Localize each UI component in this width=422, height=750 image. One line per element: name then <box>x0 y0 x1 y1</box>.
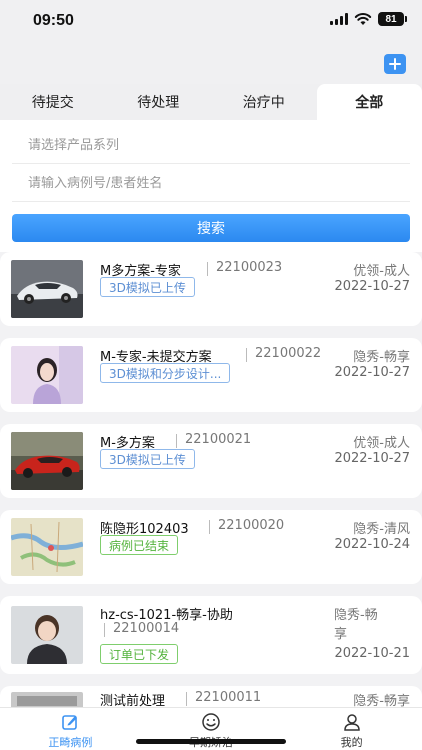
car-red-image <box>11 432 83 490</box>
product-series-input[interactable] <box>28 138 410 153</box>
case-card[interactable]: M-专家-未提交方案 22100022 隐秀-畅享 3D模拟和分步设计... 2… <box>0 338 422 412</box>
status-badge: 病例已结束 <box>100 535 179 555</box>
case-number: 22100022 <box>255 346 322 361</box>
product-series: 隐秀-畅享 <box>353 350 410 365</box>
case-card[interactable]: M-多方案 22100021 优领-成人 3D模拟已上传 2022-10-27 <box>0 424 422 498</box>
case-number: 22100021 <box>185 432 252 447</box>
case-number: 22100023 <box>216 260 283 275</box>
search-button[interactable]: 搜索 <box>12 214 410 242</box>
signal-icon <box>330 13 348 25</box>
product-series: 隐秀-畅 享 <box>334 604 404 642</box>
child-portrait-image <box>11 606 83 664</box>
status-badge: 3D模拟已上传 <box>100 449 195 469</box>
case-date: 2022-10-27 <box>334 451 410 466</box>
separator <box>246 348 247 362</box>
separator <box>104 623 105 637</box>
edit-icon <box>62 715 78 730</box>
case-date: 2022-10-27 <box>334 365 410 380</box>
product-series: 优领-成人 <box>353 264 410 279</box>
case-card[interactable]: 陈隐形102403 22100020 隐秀-清风 病例已结束 2022-10-2… <box>0 510 422 584</box>
case-date: 2022-10-27 <box>334 279 410 294</box>
case-number: 22100014 <box>113 621 180 636</box>
separator <box>209 520 210 534</box>
map-image <box>11 518 83 576</box>
tab-pending-process[interactable]: 待处理 <box>106 84 212 120</box>
case-date: 2022-10-21 <box>334 646 410 661</box>
status-badge: 订单已下发 <box>100 644 179 664</box>
case-name: 测试前处理 <box>100 694 166 707</box>
case-date: 2022-10-24 <box>334 537 410 552</box>
add-case-button[interactable] <box>384 54 406 74</box>
status-tabs: 待提交 待处理 治疗中 全部 <box>0 84 422 120</box>
product-series: 隐秀-清风 <box>353 522 410 537</box>
product-series: 隐秀-畅享 <box>353 694 410 707</box>
product-series-line2: 享 <box>334 627 348 642</box>
tabbar-mine[interactable]: 我的 <box>281 708 422 750</box>
product-series-line1: 隐秀-畅 <box>334 608 378 623</box>
battery-indicator: 81 <box>378 12 407 26</box>
tab-pending-submit[interactable]: 待提交 <box>0 84 106 120</box>
case-card[interactable]: M多方案-专家 22100023 优领-成人 3D模拟已上传 2022-10-2… <box>0 252 422 326</box>
wifi-icon <box>354 13 372 25</box>
product-series: 优领-成人 <box>353 436 410 451</box>
blurred-image <box>11 692 83 707</box>
home-indicator <box>136 739 286 744</box>
separator <box>207 262 208 276</box>
smile-icon <box>202 713 220 731</box>
product-series-select[interactable] <box>12 128 410 164</box>
nav-bar <box>0 44 422 84</box>
status-badge: 3D模拟和分步设计... <box>100 363 231 383</box>
case-card[interactable]: 测试前处理 22100011 隐秀-畅享 <box>0 686 422 707</box>
status-bar: 09:50 81 <box>0 0 422 44</box>
tab-all[interactable]: 全部 <box>316 84 422 120</box>
status-icons: 81 <box>330 12 407 26</box>
tabbar-label: 我的 <box>340 736 363 749</box>
case-card[interactable]: hz-cs-1021-畅享-协助 22100014 隐秀-畅 享 订单已下发 2… <box>0 596 422 674</box>
keyword-input[interactable] <box>28 176 410 191</box>
status-badge: 3D模拟已上传 <box>100 277 195 297</box>
separator <box>176 434 177 448</box>
case-list: M多方案-专家 22100023 优领-成人 3D模拟已上传 2022-10-2… <box>0 252 422 707</box>
keyword-field[interactable] <box>12 166 410 202</box>
case-number: 22100020 <box>218 518 285 533</box>
plus-icon <box>389 58 401 70</box>
separator <box>186 692 187 706</box>
tab-in-treatment[interactable]: 治疗中 <box>211 84 317 120</box>
tabbar-label: 正畸病例 <box>48 736 93 749</box>
car-silver-image <box>11 260 83 318</box>
tabbar-orthodontic-cases[interactable]: 正畸病例 <box>0 708 141 750</box>
girl-portrait-image <box>11 346 83 404</box>
filter-panel: 搜索 <box>0 120 422 252</box>
case-number: 22100011 <box>195 690 262 705</box>
status-time: 09:50 <box>33 12 74 29</box>
person-icon <box>343 714 360 731</box>
